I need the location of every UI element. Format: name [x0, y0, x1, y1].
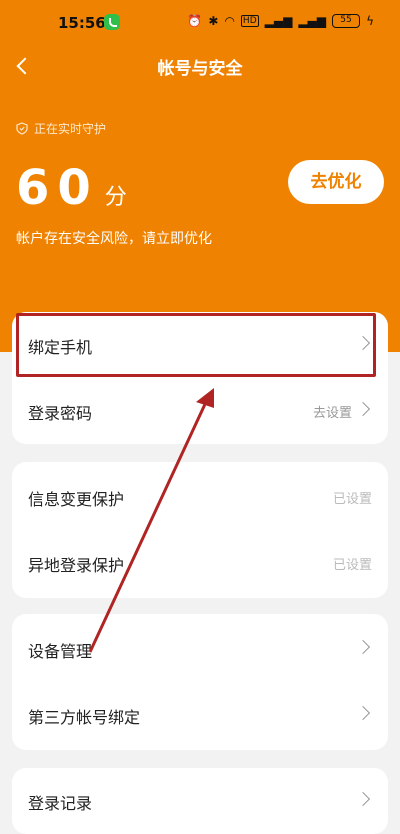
row-label: 登录记录 — [28, 794, 93, 813]
login-record-card: 登录记录 — [12, 768, 388, 834]
row-label: 信息变更保护 — [28, 490, 125, 509]
status-bar: 15:56 ⏰ ✱ ◠ HD ▂▄▆ ▂▄▆ 55 ϟ — [0, 0, 400, 40]
call-icon — [104, 14, 120, 30]
chevron-right-icon — [355, 639, 371, 655]
row-value: 已设置 — [332, 558, 372, 573]
remote-login-protection-row[interactable]: 异地登录保护 已设置 — [12, 530, 388, 594]
score-unit: 分 — [104, 185, 127, 210]
alarm-icon: ⏰ — [187, 14, 203, 28]
security-score: 60 分 — [16, 160, 127, 216]
page-title: 帐号与安全 — [157, 59, 243, 79]
chevron-right-icon — [355, 705, 371, 721]
login-record-row[interactable]: 登录记录 — [12, 768, 388, 832]
third-party-binding-row[interactable]: 第三方帐号绑定 — [12, 682, 388, 746]
chevron-right-icon — [355, 791, 371, 807]
risk-message: 帐户存在安全风险，请立即优化 — [16, 231, 212, 247]
login-password-row[interactable]: 登录密码 去设置 — [12, 378, 388, 442]
charging-icon: ϟ — [366, 14, 374, 28]
score-value: 60 — [16, 160, 99, 216]
status-icons: ⏰ ✱ ◠ HD ▂▄▆ ▂▄▆ 55 — [187, 14, 360, 28]
row-label: 登录密码 — [28, 404, 93, 423]
guard-status-label: 正在实时守护 — [34, 122, 107, 136]
device-management-row[interactable]: 设备管理 — [12, 616, 388, 680]
battery-icon: 55 — [332, 14, 360, 28]
highlight-box — [16, 313, 376, 377]
row-label: 设备管理 — [28, 642, 93, 661]
wifi-icon: ◠ — [224, 14, 235, 28]
device-card: 设备管理 第三方帐号绑定 — [12, 614, 388, 750]
row-label: 异地登录保护 — [28, 556, 125, 575]
signal-icon: ▂▄▆ — [264, 14, 293, 28]
row-value: 去设置 — [312, 406, 352, 421]
row-value: 已设置 — [332, 492, 372, 507]
status-time: 15:56 — [58, 14, 106, 32]
security-header: 15:56 ⏰ ✱ ◠ HD ▂▄▆ ▂▄▆ 55 ϟ 帐号与安全 正在实时守护… — [0, 0, 400, 352]
row-label: 第三方帐号绑定 — [28, 708, 141, 727]
guard-status: 正在实时守护 — [16, 120, 106, 137]
bluetooth-icon: ✱ — [208, 14, 219, 28]
protection-card: 信息变更保护 已设置 异地登录保护 已设置 — [12, 462, 388, 598]
chevron-right-icon — [355, 401, 371, 417]
optimize-button[interactable]: 去优化 — [288, 160, 384, 204]
signal-icon: ▂▄▆ — [298, 14, 326, 28]
hd-icon: HD — [240, 15, 259, 27]
info-change-protection-row[interactable]: 信息变更保护 已设置 — [12, 464, 388, 528]
shield-icon — [16, 122, 28, 135]
